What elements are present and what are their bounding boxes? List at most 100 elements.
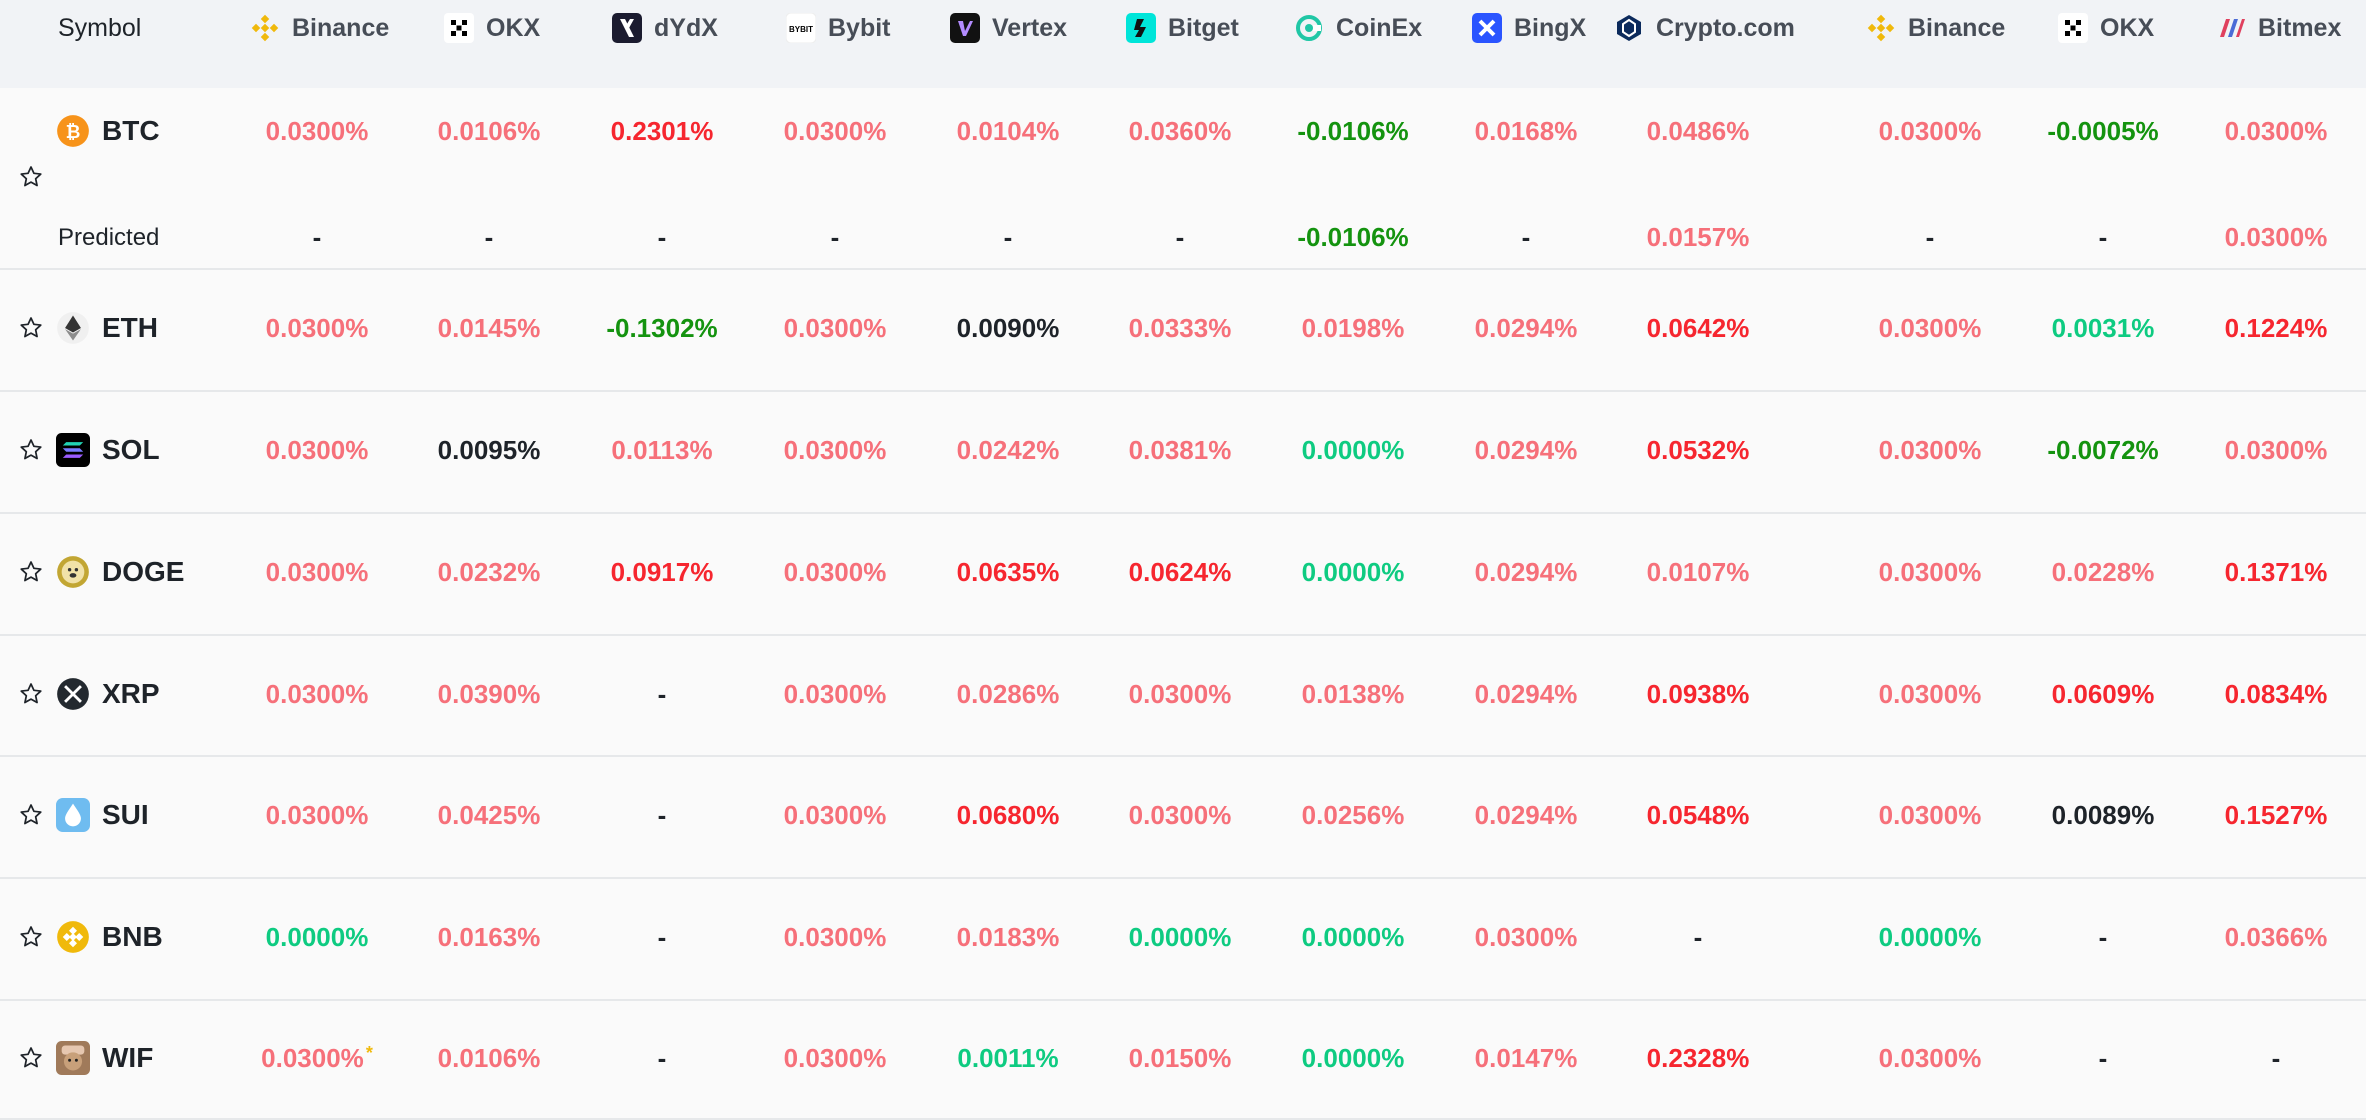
- symbol-label: WIF: [102, 1041, 154, 1073]
- funding-rate-cell: -0.0005%: [2028, 116, 2178, 147]
- rate-value: 0.0300%: [265, 678, 369, 709]
- symbol-cell[interactable]: ETH: [56, 311, 158, 345]
- funding-rate-cell: 0.1371%: [2201, 557, 2351, 588]
- funding-rate-cell: 0.0425%: [414, 800, 564, 831]
- rate-value: 0.0198%: [1301, 313, 1405, 343]
- rate-value: 0.0834%: [2224, 678, 2328, 709]
- header-exchange-binance-0[interactable]: Binance: [250, 0, 389, 56]
- rate-value: 0.0300%: [2224, 435, 2328, 465]
- rate-value: -: [657, 922, 667, 952]
- favorite-star-icon[interactable]: [18, 315, 48, 345]
- rate-value: 0.0000%: [1128, 922, 1232, 952]
- rate-value: 0.0232%: [437, 557, 541, 587]
- symbol-cell[interactable]: WIF: [56, 1040, 154, 1075]
- rate-value: -: [1925, 222, 1935, 252]
- favorite-star-icon[interactable]: [18, 559, 48, 589]
- favorite-star-icon[interactable]: [18, 437, 48, 467]
- header-exchange-okx-1[interactable]: OKX: [444, 0, 540, 56]
- funding-rate-cell: -: [1623, 922, 1773, 953]
- predicted-rate-cell: -: [1855, 222, 2005, 253]
- table-row[interactable]: DOGE 0.0300% 0.0232% 0.0917% 0.0300% 0.0635% 0…: [0, 514, 2366, 636]
- funding-rate-cell: 0.0300%: [1855, 435, 2005, 466]
- rate-value: 0.0011%: [957, 1042, 1059, 1073]
- rate-value: 0.0294%: [1474, 313, 1578, 343]
- svg-text:BYBIT: BYBIT: [789, 25, 813, 34]
- rate-value: -: [2098, 1042, 2108, 1073]
- symbol-cell[interactable]: ₿ BTC: [56, 114, 160, 148]
- header-exchange-crypto-com-8[interactable]: Crypto.com: [1614, 0, 1795, 56]
- header-exchange-coinex-6[interactable]: CoinEx: [1294, 0, 1422, 56]
- table-row[interactable]: SUI 0.0300% 0.0425% - 0.0300% 0.0680% 0.0300% 0…: [0, 757, 2366, 879]
- funding-rate-cell: 0.0089%: [2028, 800, 2178, 831]
- favorite-star-icon[interactable]: [18, 681, 48, 711]
- funding-rate-cell: -0.1302%: [587, 313, 737, 344]
- rate-value: 0.0000%: [1301, 922, 1405, 952]
- funding-rate-cell: -: [587, 800, 737, 831]
- rate-value: 0.0000%: [1301, 557, 1405, 587]
- funding-rate-cell: 0.0635%: [933, 557, 1083, 588]
- predicted-rate-cell: -: [1105, 222, 1255, 253]
- symbol-cell[interactable]: XRP: [56, 677, 160, 711]
- rate-value: -: [2098, 222, 2108, 252]
- rate-note-marker[interactable]: *: [366, 1043, 373, 1063]
- rate-value: 0.0300%: [2224, 222, 2328, 252]
- header-symbol[interactable]: Symbol: [58, 0, 141, 56]
- funding-rate-cell: 0.0147%: [1451, 1043, 1601, 1074]
- table-row[interactable]: XRP 0.0300% 0.0390% - 0.0300% 0.0286% 0.0300% 0…: [0, 636, 2366, 757]
- symbol-cell[interactable]: SOL: [56, 433, 160, 467]
- header-exchange-bitget-5[interactable]: Bitget: [1126, 0, 1239, 56]
- funding-rate-cell: -: [2201, 1043, 2351, 1074]
- header-exchange-bitmex-11[interactable]: Bitmex: [2216, 0, 2341, 56]
- funding-rate-cell: 0.0168%: [1451, 116, 1601, 147]
- header-exchange-dydx-2[interactable]: dYdX: [612, 0, 718, 56]
- header-exchange-bingx-7[interactable]: BingX: [1472, 0, 1586, 56]
- rate-value: 0.0381%: [1128, 435, 1232, 465]
- symbol-cell[interactable]: BNB: [56, 920, 163, 954]
- table-row[interactable]: BNB 0.0000% 0.0163% - 0.0300% 0.0183% 0.0000% 0…: [0, 879, 2366, 1001]
- symbol-label: ETH: [102, 312, 158, 343]
- rate-value: 0.0145%: [437, 313, 541, 343]
- rate-value: 0.0300%: [783, 800, 887, 830]
- header-exchange-binance-9[interactable]: Binance: [1866, 0, 2005, 56]
- rate-value: 0.0168%: [1474, 116, 1578, 146]
- exchange-label: Bybit: [828, 13, 891, 42]
- funding-rate-cell: 0.0000%: [242, 922, 392, 953]
- funding-rate-cell: 0.0294%: [1451, 800, 1601, 831]
- rate-value: 0.0609%: [2051, 678, 2155, 709]
- rate-value: 0.1371%: [2224, 557, 2328, 587]
- rate-value: -0.0005%: [2047, 116, 2159, 146]
- table-row[interactable]: SOL 0.0300% 0.0095% 0.0113% 0.0300% 0.0242% 0.…: [0, 392, 2366, 514]
- header-exchange-vertex-4[interactable]: Vertex: [950, 0, 1067, 56]
- funding-rate-cell: 0.0381%: [1105, 435, 1255, 466]
- funding-rate-cell: 0.0300%: [2201, 435, 2351, 466]
- table-row[interactable]: WIF 0.0300% * 0.0106% -0.0300% 0.0011% 0.0150%…: [0, 1001, 2366, 1120]
- rate-value: 0.0532%: [1646, 435, 1750, 465]
- rate-value: 0.0300%: [265, 313, 369, 343]
- rate-value: 0.0106%: [437, 1042, 541, 1073]
- symbol-cell[interactable]: DOGE: [56, 555, 184, 589]
- rate-value: 0.0294%: [1474, 557, 1578, 587]
- symbol-cell[interactable]: SUI: [56, 798, 149, 832]
- funding-rate-cell: -: [2028, 922, 2178, 953]
- favorite-star-icon[interactable]: [18, 164, 48, 194]
- rate-value: -: [657, 800, 667, 830]
- funding-rate-cell: 0.0242%: [933, 435, 1083, 466]
- funding-rate-cell: 0.0300%: [760, 800, 910, 831]
- rate-value: 0.0000%: [1301, 1042, 1405, 1073]
- header-exchange-okx-10[interactable]: OKX: [2058, 0, 2154, 56]
- svg-text:₿: ₿: [66, 122, 81, 142]
- header-exchange-bybit-3[interactable]: BYBIT Bybit: [785, 0, 891, 56]
- favorite-star-icon[interactable]: [18, 802, 48, 832]
- rate-value: 0.0390%: [437, 678, 541, 709]
- rate-value: 0.0624%: [1128, 557, 1232, 587]
- favorite-star-icon[interactable]: [18, 1045, 48, 1075]
- rate-value: -: [1521, 222, 1531, 252]
- rate-value: 0.0300%: [1878, 678, 1982, 709]
- funding-rate-cell: 0.0095%: [414, 435, 564, 466]
- symbol-label: XRP: [102, 677, 160, 709]
- favorite-star-icon[interactable]: [18, 924, 48, 954]
- rate-value: 0.0300%: [1878, 557, 1982, 587]
- table-row[interactable]: ETH 0.0300% 0.0145% -0.1302% 0.0300% 0.0090% 0…: [0, 270, 2366, 392]
- rate-value: 0.2301%: [610, 116, 714, 146]
- table-row[interactable]: ₿ BTC 0.0300% 0.0106% 0.2301% 0.0300% 0.0104% 0…: [0, 88, 2366, 270]
